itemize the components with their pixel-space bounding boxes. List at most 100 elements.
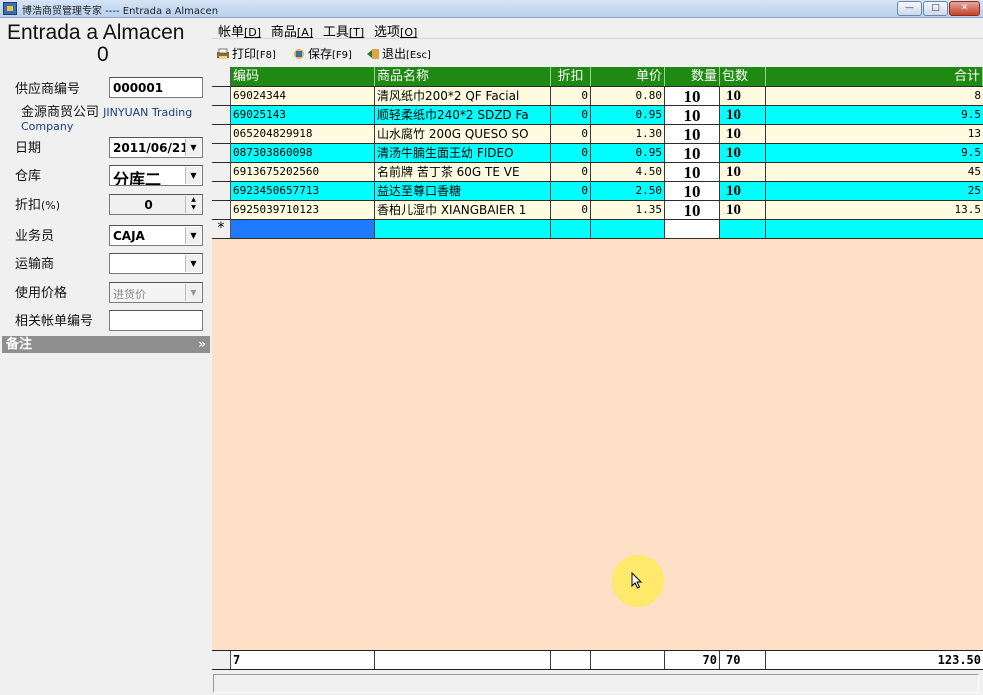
cell-packs[interactable]: 10 [720, 163, 766, 181]
col-header-name[interactable]: 商品名称 [375, 67, 551, 86]
new-cell-discount[interactable] [551, 220, 591, 238]
remarks-panel-header[interactable]: 备注 » [2, 336, 210, 353]
cell-qty[interactable]: 10 [665, 182, 720, 200]
col-header-price[interactable]: 单价 [591, 67, 665, 86]
cell-qty[interactable]: 10 [665, 125, 720, 143]
cell-discount[interactable]: 0 [551, 182, 591, 200]
menu-goods[interactable]: 商品[A] [271, 21, 313, 40]
cell-code[interactable]: 69025143 [231, 106, 375, 124]
col-header-discount[interactable]: 折扣 [551, 67, 591, 86]
minimize-button[interactable]: — [897, 1, 922, 16]
row-selector[interactable] [212, 182, 231, 200]
cell-total[interactable]: 9.5 [766, 106, 983, 124]
salesman-select[interactable]: CAJA ▼ [109, 225, 203, 246]
chevron-down-icon[interactable]: ▼ [185, 255, 201, 272]
col-header-packs[interactable]: 包数 [720, 67, 766, 86]
cell-discount[interactable]: 0 [551, 87, 591, 105]
new-cell-packs[interactable] [720, 220, 766, 238]
row-selector[interactable] [212, 87, 231, 105]
cell-packs[interactable]: 10 [720, 182, 766, 200]
cell-total[interactable]: 45 [766, 163, 983, 181]
new-cell-total[interactable] [766, 220, 983, 238]
menu-tools[interactable]: 工具[T] [323, 21, 364, 40]
spin-buttons[interactable]: ▲ ▼ [185, 196, 201, 213]
table-row[interactable]: 087303860098 清汤牛腩生面王幼 FIDEO 0 0.95 10 10 9.5 [212, 144, 983, 163]
new-record-row[interactable]: * [212, 220, 983, 239]
warehouse-select[interactable]: 分库二 ▼ [109, 165, 203, 186]
cell-code[interactable]: 6923450657713 [231, 182, 375, 200]
cell-total[interactable]: 25 [766, 182, 983, 200]
supplier-code-input[interactable]: 000001 [109, 77, 203, 98]
cell-packs[interactable]: 10 [720, 144, 766, 162]
cell-qty[interactable]: 10 [665, 201, 720, 219]
cell-qty[interactable]: 10 [665, 87, 720, 105]
date-picker[interactable]: 2011/06/21 ▼ [109, 137, 203, 158]
cell-code[interactable]: 6925039710123 [231, 201, 375, 219]
table-row[interactable]: 6923450657713 益达至尊口香糖 0 2.50 10 10 25 [212, 182, 983, 201]
print-button[interactable]: 打印[F8] [216, 45, 276, 62]
table-row[interactable]: 69024344 清风纸巾200*2 QF Facial 0 0.80 10 10 8 [212, 87, 983, 106]
cell-total[interactable]: 13 [766, 125, 983, 143]
carrier-select[interactable]: ▼ [109, 253, 203, 274]
exit-button[interactable]: 退出[Esc] [366, 45, 431, 62]
cell-name[interactable]: 益达至尊口香糖 [375, 182, 551, 200]
expand-icon[interactable]: » [198, 336, 206, 353]
chevron-down-icon[interactable]: ▼ [185, 167, 201, 184]
chevron-down-icon[interactable]: ▼ [185, 227, 201, 244]
save-button[interactable]: 保存[F9] [292, 45, 352, 62]
related-bill-input[interactable] [109, 310, 203, 331]
cell-discount[interactable]: 0 [551, 125, 591, 143]
new-cell-price[interactable] [591, 220, 665, 238]
cell-code[interactable]: 69024344 [231, 87, 375, 105]
discount-stepper[interactable]: 0 ▲ ▼ [109, 194, 203, 215]
cell-packs[interactable]: 10 [720, 125, 766, 143]
cell-price[interactable]: 0.95 [591, 106, 665, 124]
cell-price[interactable]: 1.30 [591, 125, 665, 143]
row-selector[interactable] [212, 201, 231, 219]
cell-total[interactable]: 13.5 [766, 201, 983, 219]
cell-code[interactable]: 087303860098 [231, 144, 375, 162]
spin-down-icon[interactable]: ▼ [186, 204, 201, 212]
new-cell-qty[interactable] [665, 220, 720, 238]
cell-price[interactable]: 1.35 [591, 201, 665, 219]
cell-price[interactable]: 2.50 [591, 182, 665, 200]
cell-price[interactable]: 0.80 [591, 87, 665, 105]
table-row[interactable]: 6925039710123 香柏儿湿巾 XIANGBAIER 1 0 1.35 10 10… [212, 201, 983, 220]
cell-code[interactable]: 065204829918 [231, 125, 375, 143]
price-type-select[interactable]: 进货价 ▼ [109, 282, 203, 303]
row-selector[interactable] [212, 144, 231, 162]
row-selector[interactable] [212, 106, 231, 124]
menu-options[interactable]: 选项[O] [374, 21, 417, 40]
table-row[interactable]: 065204829918 山水腐竹 200G QUESO SO 0 1.30 10 10 1… [212, 125, 983, 144]
cell-packs[interactable]: 10 [720, 106, 766, 124]
chevron-down-icon[interactable]: ▼ [185, 139, 201, 156]
cell-discount[interactable]: 0 [551, 106, 591, 124]
table-row[interactable]: 69025143 顺轻柔纸巾240*2 SDZD Fa 0 0.95 10 10 9.5 [212, 106, 983, 125]
col-header-code[interactable]: 编码 [231, 67, 375, 86]
new-cell-code[interactable] [231, 220, 375, 238]
cell-name[interactable]: 清汤牛腩生面王幼 FIDEO [375, 144, 551, 162]
menu-bill[interactable]: 帐单[D] [218, 21, 261, 40]
chevron-down-icon[interactable]: ▼ [185, 284, 201, 301]
cell-packs[interactable]: 10 [720, 87, 766, 105]
cell-price[interactable]: 4.50 [591, 163, 665, 181]
cell-qty[interactable]: 10 [665, 106, 720, 124]
cell-total[interactable]: 8 [766, 87, 983, 105]
items-grid[interactable]: 编码 商品名称 折扣 单价 数量 包数 合计 69024344 清风纸巾200*2… [212, 67, 983, 650]
cell-price[interactable]: 0.95 [591, 144, 665, 162]
table-row[interactable]: 6913675202560 名前牌 苦丁茶 60G TE VE 0 4.50 10 10 4… [212, 163, 983, 182]
cell-name[interactable]: 名前牌 苦丁茶 60G TE VE [375, 163, 551, 181]
cell-discount[interactable]: 0 [551, 201, 591, 219]
cell-packs[interactable]: 10 [720, 201, 766, 219]
cell-total[interactable]: 9.5 [766, 144, 983, 162]
cell-discount[interactable]: 0 [551, 163, 591, 181]
cell-name[interactable]: 山水腐竹 200G QUESO SO [375, 125, 551, 143]
cell-qty[interactable]: 10 [665, 144, 720, 162]
col-header-qty[interactable]: 数量 [665, 67, 720, 86]
close-button[interactable]: ✕ [949, 1, 980, 16]
maximize-button[interactable]: □ [923, 1, 948, 16]
spin-up-icon[interactable]: ▲ [186, 196, 201, 204]
row-selector[interactable] [212, 125, 231, 143]
cell-name[interactable]: 香柏儿湿巾 XIANGBAIER 1 [375, 201, 551, 219]
cell-code[interactable]: 6913675202560 [231, 163, 375, 181]
